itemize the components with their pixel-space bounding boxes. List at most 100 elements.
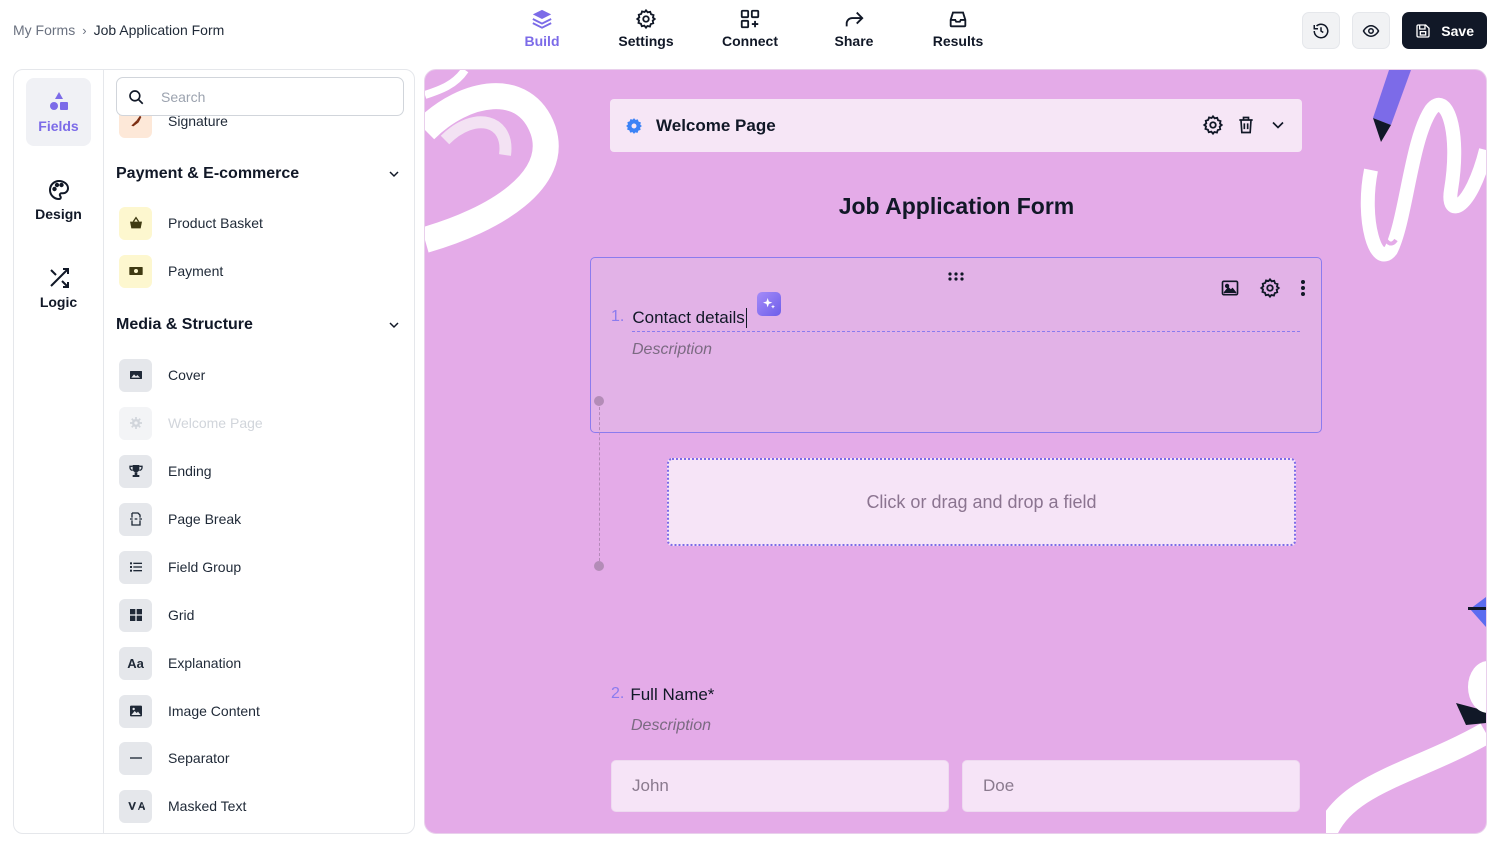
shapes-icon [49,92,68,110]
rail-design-label: Design [35,206,82,222]
question-1-description[interactable]: Description [632,341,712,359]
tab-build-label: Build [524,33,560,49]
money-icon [119,254,152,288]
inbox-icon [949,11,967,28]
question-2-label: Full Name* [630,685,715,704]
left-panel: Fields Design Logic Signature Payment & … [13,69,415,834]
field-page-break[interactable]: Page Break [119,502,241,536]
history-icon [1313,23,1329,38]
top-actions: Save [1302,12,1487,49]
field-explanation-label: Explanation [168,655,242,671]
decorative-scribble-right [1360,70,1486,262]
first-name-input[interactable]: John [611,760,949,812]
section-media-title: Media & Structure [116,316,253,333]
field-cover-label: Cover [168,367,206,383]
trash-icon[interactable] [1236,114,1256,136]
gear-icon[interactable] [1202,114,1224,136]
field-welcome-page: Welcome Page [119,406,263,440]
field-image-content-label: Image Content [168,703,260,719]
question-1-underline [632,331,1300,332]
tab-results-label: Results [932,33,984,49]
field-grid-label: Grid [168,607,195,623]
field-masked-text[interactable]: Masked Text [119,789,246,823]
question-card-contact-details[interactable]: 1. Contact details Description [590,257,1322,433]
more-vertical-icon[interactable] [1299,278,1307,298]
tab-settings[interactable]: Settings [594,6,698,56]
form-title[interactable]: Job Application Form [425,193,1486,220]
left-rail: Fields Design Logic [14,70,104,833]
question-2-heading: 2. Full Name* [611,685,714,705]
rail-fields[interactable]: Fields [26,78,91,146]
welcome-page-bar[interactable]: Welcome Page [610,99,1302,152]
field-separator[interactable]: Separator [119,741,229,775]
field-explanation[interactable]: Aa Explanation [119,646,241,680]
ai-sparkle-button[interactable] [757,292,781,316]
breadcrumb-my-forms[interactable]: My Forms [13,22,75,38]
gear-icon [626,117,642,134]
drop-zone[interactable]: Click or drag and drop a field [667,458,1296,546]
tab-connect[interactable]: Connect [698,6,802,56]
tab-share-label: Share [834,33,874,49]
question-1-label[interactable]: Contact details [632,308,747,328]
connector-dot-top [594,396,604,406]
rail-design[interactable]: Design [26,166,91,234]
field-grid[interactable]: Grid [119,598,194,632]
chevron-down-icon[interactable] [1268,114,1288,136]
rail-fields-label: Fields [38,118,79,134]
field-masked-text-label: Masked Text [168,798,247,814]
question-2-description: Description [631,717,712,734]
field-field-group-label: Field Group [168,559,242,575]
field-product-basket-label: Product Basket [168,215,263,231]
question-2-number: 2. [611,685,625,702]
chevron-down-icon [389,171,399,178]
history-button[interactable] [1302,12,1341,49]
basket-icon [119,206,152,240]
question-1-number: 1. [611,308,625,325]
question-2-full-name[interactable]: 2. Full Name* Description [611,685,714,735]
search-box [116,77,404,116]
grid-icon [119,598,152,632]
field-payment-label: Payment [168,263,224,279]
gear-icon[interactable] [1259,277,1281,299]
section-payment-ecommerce[interactable]: Payment & E-commerce [116,165,402,183]
drag-handle-icon[interactable] [947,270,965,284]
tab-results[interactable]: Results [906,6,1010,56]
decorative-swirl-left [425,70,559,253]
field-field-group[interactable]: Field Group [119,550,241,584]
page-break-icon [119,502,152,536]
save-icon [1416,23,1430,38]
field-welcome-page-label: Welcome Page [168,415,263,431]
last-name-input[interactable]: Doe [962,760,1300,812]
form-canvas[interactable]: Welcome Page Job Application Form 1. Con… [424,69,1487,834]
tab-settings-label: Settings [618,33,674,49]
layers-icon [532,9,552,29]
top-nav: Build Settings Connect Share Results [490,6,1010,56]
rail-logic[interactable]: Logic [26,254,91,322]
search-input[interactable] [161,88,381,105]
question-card-actions [1219,277,1307,299]
save-label: Save [1441,22,1474,39]
search-icon [129,89,144,104]
image-icon [119,694,152,728]
image-icon[interactable] [1219,278,1241,298]
save-button[interactable]: Save [1402,12,1487,49]
breadcrumb-separator: › [82,22,87,38]
share-arrow-icon [845,11,864,27]
eye-icon [1362,24,1380,37]
field-payment[interactable]: Payment [119,254,223,288]
field-image-content[interactable]: Image Content [119,694,260,728]
question-1-heading: 1. Contact details [611,308,747,328]
fields-column: Signature Payment & E-commerce Product B… [104,70,414,833]
section-payment-title: Payment & E-commerce [116,165,300,182]
preview-button[interactable] [1352,12,1391,49]
list-icon [119,550,152,584]
text-aa-icon: Aa [119,646,152,680]
field-product-basket[interactable]: Product Basket [119,206,263,240]
field-ending[interactable]: Ending [119,454,212,488]
section-media-structure[interactable]: Media & Structure [116,316,402,334]
tab-share[interactable]: Share [802,6,906,56]
tab-build[interactable]: Build [490,6,594,56]
connector-dot-bottom [594,561,604,571]
trophy-icon [119,454,152,488]
field-cover[interactable]: Cover [119,358,205,392]
